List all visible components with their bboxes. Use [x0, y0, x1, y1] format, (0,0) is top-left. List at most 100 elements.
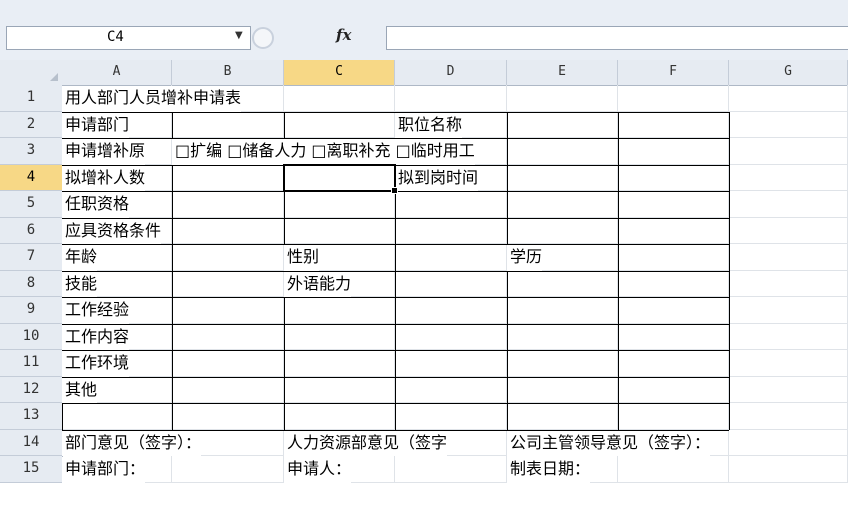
- cell-e3[interactable]: [507, 138, 618, 165]
- cell-c10[interactable]: [284, 323, 395, 350]
- cell-c11[interactable]: [284, 350, 395, 377]
- cell-g7[interactable]: [729, 244, 848, 271]
- cell-g10[interactable]: [729, 323, 848, 350]
- cancel-icon[interactable]: [252, 27, 274, 49]
- row-header-11[interactable]: 11: [0, 350, 63, 377]
- cell-b7[interactable]: [172, 244, 284, 271]
- column-header-f[interactable]: F: [618, 60, 729, 86]
- cell-f12[interactable]: [618, 376, 729, 403]
- name-box[interactable]: C4 ▼: [6, 26, 251, 50]
- active-cell-cursor[interactable]: [283, 163, 398, 194]
- cell-b4[interactable]: [172, 164, 284, 191]
- cell-f4[interactable]: [618, 164, 729, 191]
- cell-g11[interactable]: [729, 350, 848, 377]
- cell-b6[interactable]: [172, 217, 284, 244]
- cell-c9[interactable]: [284, 297, 395, 324]
- cell-g1[interactable]: [729, 85, 848, 112]
- cell-g12[interactable]: [729, 376, 848, 403]
- cell-b2[interactable]: [172, 111, 284, 138]
- cell-e9[interactable]: [507, 297, 618, 324]
- chevron-down-icon[interactable]: ▼: [235, 30, 243, 41]
- cell-c1[interactable]: [284, 85, 395, 112]
- cell-b5[interactable]: [172, 191, 284, 218]
- cell-f5[interactable]: [618, 191, 729, 218]
- row-header-2[interactable]: 2: [0, 111, 63, 138]
- cell-a13[interactable]: [62, 403, 172, 430]
- cell-g4[interactable]: [729, 164, 848, 191]
- row-header-13[interactable]: 13: [0, 403, 63, 430]
- column-header-b[interactable]: B: [172, 60, 284, 86]
- cell-b8[interactable]: [172, 270, 284, 297]
- cell-e8[interactable]: [507, 270, 618, 297]
- cell-d11[interactable]: [395, 350, 507, 377]
- cell-e10[interactable]: [507, 323, 618, 350]
- cell-f11[interactable]: [618, 350, 729, 377]
- row-header-4[interactable]: 4: [0, 164, 63, 191]
- cell-b15[interactable]: [172, 456, 284, 483]
- cell-g3[interactable]: [729, 138, 848, 165]
- cell-f13[interactable]: [618, 403, 729, 430]
- column-header-g[interactable]: G: [729, 60, 848, 86]
- cell-g6[interactable]: [729, 217, 848, 244]
- cell-b13[interactable]: [172, 403, 284, 430]
- cell-f2[interactable]: [618, 111, 729, 138]
- select-all-button[interactable]: [0, 60, 63, 86]
- cell-g5[interactable]: [729, 191, 848, 218]
- cell-d13[interactable]: [395, 403, 507, 430]
- cell-f3[interactable]: [618, 138, 729, 165]
- row-header-8[interactable]: 8: [0, 270, 63, 297]
- column-header-d[interactable]: D: [395, 60, 507, 86]
- insert-function-icon[interactable]: fx: [336, 26, 351, 44]
- cell-c13[interactable]: [284, 403, 395, 430]
- cell-e2[interactable]: [507, 111, 618, 138]
- column-header-e[interactable]: E: [507, 60, 618, 86]
- cell-e4[interactable]: [507, 164, 618, 191]
- cell-f8[interactable]: [618, 270, 729, 297]
- row-header-6[interactable]: 6: [0, 217, 63, 244]
- cell-d12[interactable]: [395, 376, 507, 403]
- cell-d1[interactable]: [395, 85, 507, 112]
- cell-b11[interactable]: [172, 350, 284, 377]
- row-header-15[interactable]: 15: [0, 456, 63, 483]
- cell-b12[interactable]: [172, 376, 284, 403]
- cell-e13[interactable]: [507, 403, 618, 430]
- cell-b9[interactable]: [172, 297, 284, 324]
- row-header-9[interactable]: 9: [0, 297, 63, 324]
- cell-d8[interactable]: [395, 270, 507, 297]
- row-header-3[interactable]: 3: [0, 138, 63, 165]
- cell-e5[interactable]: [507, 191, 618, 218]
- column-header-a[interactable]: A: [62, 60, 172, 86]
- row-header-7[interactable]: 7: [0, 244, 63, 271]
- column-header-c[interactable]: C: [284, 60, 395, 86]
- formula-input[interactable]: [386, 26, 848, 50]
- cell-g14[interactable]: [729, 429, 848, 456]
- row-header-5[interactable]: 5: [0, 191, 63, 218]
- cell-g9[interactable]: [729, 297, 848, 324]
- cell-e6[interactable]: [507, 217, 618, 244]
- row-header-12[interactable]: 12: [0, 376, 63, 403]
- cell-d10[interactable]: [395, 323, 507, 350]
- cell-g8[interactable]: [729, 270, 848, 297]
- cell-f1[interactable]: [618, 85, 729, 112]
- cell-e1[interactable]: [507, 85, 618, 112]
- cell-e12[interactable]: [507, 376, 618, 403]
- cell-f15[interactable]: [618, 456, 729, 483]
- cell-b10[interactable]: [172, 323, 284, 350]
- cell-f6[interactable]: [618, 217, 729, 244]
- cell-g2[interactable]: [729, 111, 848, 138]
- cell-f10[interactable]: [618, 323, 729, 350]
- cell-d6[interactable]: [395, 217, 507, 244]
- cell-e11[interactable]: [507, 350, 618, 377]
- cell-d5[interactable]: [395, 191, 507, 218]
- row-header-14[interactable]: 14: [0, 429, 63, 456]
- cell-c5[interactable]: [284, 191, 395, 218]
- cell-f9[interactable]: [618, 297, 729, 324]
- cell-d7[interactable]: [395, 244, 507, 271]
- cell-g13[interactable]: [729, 403, 848, 430]
- row-header-1[interactable]: 1: [0, 85, 63, 112]
- cell-g15[interactable]: [729, 456, 848, 483]
- cell-c12[interactable]: [284, 376, 395, 403]
- row-header-10[interactable]: 10: [0, 323, 63, 350]
- cell-c2[interactable]: [284, 111, 395, 138]
- cell-d9[interactable]: [395, 297, 507, 324]
